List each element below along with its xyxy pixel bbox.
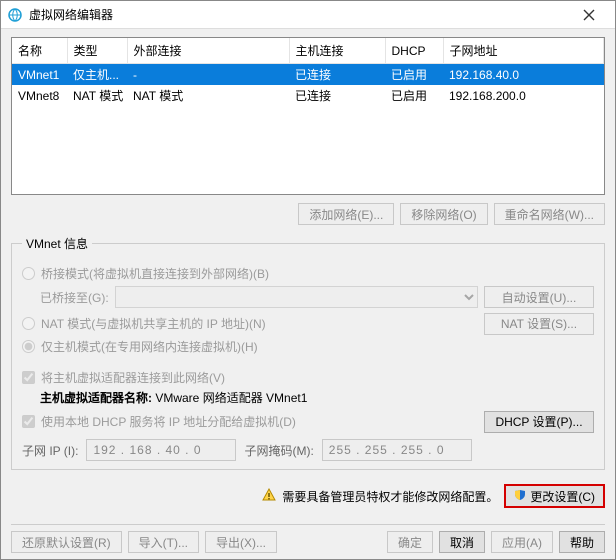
cell-type: NAT 模式 xyxy=(67,85,127,106)
vmnet-info-legend: VMnet 信息 xyxy=(22,235,92,252)
export-button[interactable]: 导出(X)... xyxy=(205,531,277,553)
titlebar: 虚拟网络编辑器 xyxy=(1,1,615,29)
shield-icon xyxy=(514,489,526,504)
bridged-to-row: 已桥接至(G): 自动设置(U)... xyxy=(40,286,594,308)
dhcp-settings-button[interactable]: DHCP 设置(P)... xyxy=(484,411,594,433)
radio-nat-label: NAT 模式(与虚拟机共享主机的 IP 地址)(N) xyxy=(41,315,266,332)
help-button[interactable]: 帮助 xyxy=(559,531,605,553)
radio-bridged-input[interactable] xyxy=(22,267,35,280)
col-ext[interactable]: 外部连接 xyxy=(127,38,289,64)
bridged-to-label: 已桥接至(G): xyxy=(40,289,109,306)
table-row[interactable]: VMnet8 NAT 模式 NAT 模式 已连接 已启用 192.168.200… xyxy=(12,85,604,106)
restore-defaults-button[interactable]: 还原默认设置(R) xyxy=(11,531,122,553)
cell-dhcp: 已启用 xyxy=(385,85,443,106)
check-connect-host-input[interactable] xyxy=(22,371,35,384)
cell-ext: - xyxy=(127,64,289,86)
footer-buttons: 还原默认设置(R) 导入(T)... 导出(X)... 确定 取消 应用(A) … xyxy=(11,531,605,553)
cell-ext: NAT 模式 xyxy=(127,85,289,106)
radio-hostonly-input[interactable] xyxy=(22,340,35,353)
col-name[interactable]: 名称 xyxy=(12,38,67,64)
cell-subnet: 192.168.40.0 xyxy=(443,64,604,86)
change-settings-label: 更改设置(C) xyxy=(530,488,595,505)
table-row[interactable]: VMnet1 仅主机... - 已连接 已启用 192.168.40.0 xyxy=(12,64,604,86)
subnet-ip-input[interactable] xyxy=(86,439,236,461)
host-adapter-line: 主机虚拟适配器名称: VMware 网络适配器 VMnet1 xyxy=(40,389,594,406)
vmnet-info-group: VMnet 信息 桥接模式(将虚拟机直接连接到外部网络)(B) 已桥接至(G):… xyxy=(11,235,605,470)
host-adapter-label: 主机虚拟适配器名称: xyxy=(40,391,155,405)
bridged-to-select[interactable] xyxy=(115,286,478,308)
cell-dhcp: 已启用 xyxy=(385,64,443,86)
col-host[interactable]: 主机连接 xyxy=(289,38,385,64)
cell-type: 仅主机... xyxy=(67,64,127,86)
cell-subnet: 192.168.200.0 xyxy=(443,85,604,106)
host-adapter-value: VMware 网络适配器 VMnet1 xyxy=(155,391,307,405)
subnet-ip-label: 子网 IP (I): xyxy=(22,442,78,459)
close-button[interactable] xyxy=(569,1,609,28)
remove-network-button[interactable]: 移除网络(O) xyxy=(400,203,487,225)
window-title: 虚拟网络编辑器 xyxy=(29,6,569,23)
rename-network-button[interactable]: 重命名网络(W)... xyxy=(494,203,605,225)
radio-bridged[interactable]: 桥接模式(将虚拟机直接连接到外部网络)(B) xyxy=(22,265,594,282)
network-table[interactable]: 名称 类型 外部连接 主机连接 DHCP 子网地址 VMnet1 仅主机... … xyxy=(11,37,605,195)
ok-button[interactable]: 确定 xyxy=(387,531,433,553)
radio-hostonly[interactable]: 仅主机模式(在专用网络内连接虚拟机)(H) xyxy=(22,338,594,355)
auto-settings-button[interactable]: 自动设置(U)... xyxy=(484,286,594,308)
check-use-dhcp-label: 使用本地 DHCP 服务将 IP 地址分配给虚拟机(D) xyxy=(41,413,296,430)
subnet-mask-label: 子网掩码(M): xyxy=(244,442,313,459)
admin-warning-row: 需要具备管理员特权才能修改网络配置。 更改设置(C) xyxy=(11,484,605,508)
radio-hostonly-label: 仅主机模式(在专用网络内连接虚拟机)(H) xyxy=(41,338,258,355)
cancel-button[interactable]: 取消 xyxy=(439,531,485,553)
cell-host: 已连接 xyxy=(289,64,385,86)
network-actions: 添加网络(E)... 移除网络(O) 重命名网络(W)... xyxy=(11,203,605,225)
import-button[interactable]: 导入(T)... xyxy=(128,531,199,553)
check-connect-host-label: 将主机虚拟适配器连接到此网络(V) xyxy=(41,369,225,386)
col-dhcp[interactable]: DHCP xyxy=(385,38,443,64)
check-use-dhcp-input[interactable] xyxy=(22,415,35,428)
nat-settings-button[interactable]: NAT 设置(S)... xyxy=(484,313,594,335)
cell-name: VMnet1 xyxy=(12,64,67,86)
change-settings-button[interactable]: 更改设置(C) xyxy=(504,484,605,508)
cell-host: 已连接 xyxy=(289,85,385,106)
separator xyxy=(11,524,605,525)
warning-icon xyxy=(262,488,276,505)
radio-nat[interactable]: NAT 模式(与虚拟机共享主机的 IP 地址)(N) xyxy=(22,315,266,332)
col-type[interactable]: 类型 xyxy=(67,38,127,64)
add-network-button[interactable]: 添加网络(E)... xyxy=(298,203,394,225)
admin-warning-text: 需要具备管理员特权才能修改网络配置。 xyxy=(282,488,498,505)
vnet-editor-window: 虚拟网络编辑器 名称 类型 外部连接 主机连接 DHCP 子网地址 VMnet1 xyxy=(0,0,616,560)
subnet-row: 子网 IP (I): 子网掩码(M): xyxy=(22,439,594,461)
check-connect-host[interactable]: 将主机虚拟适配器连接到此网络(V) xyxy=(22,369,594,386)
radio-bridged-label: 桥接模式(将虚拟机直接连接到外部网络)(B) xyxy=(41,265,269,282)
radio-nat-input[interactable] xyxy=(22,317,35,330)
subnet-mask-input[interactable] xyxy=(322,439,472,461)
app-icon xyxy=(7,7,23,23)
cell-name: VMnet8 xyxy=(12,85,67,106)
table-header-row: 名称 类型 外部连接 主机连接 DHCP 子网地址 xyxy=(12,38,604,64)
apply-button[interactable]: 应用(A) xyxy=(491,531,553,553)
check-use-dhcp[interactable]: 使用本地 DHCP 服务将 IP 地址分配给虚拟机(D) xyxy=(22,413,296,430)
col-subnet[interactable]: 子网地址 xyxy=(443,38,604,64)
dialog-body: 名称 类型 外部连接 主机连接 DHCP 子网地址 VMnet1 仅主机... … xyxy=(1,29,615,559)
